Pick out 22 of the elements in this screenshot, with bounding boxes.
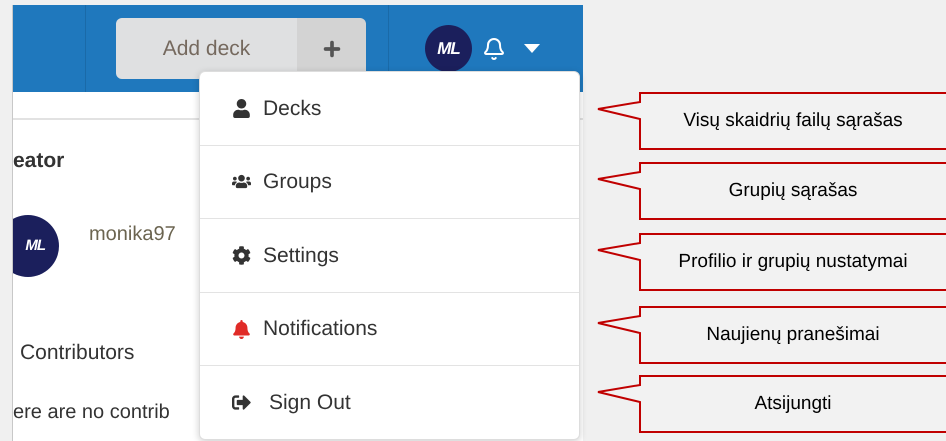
add-deck-button[interactable]: Add deck [116, 18, 297, 79]
empty-message: ere are no contrib [13, 400, 170, 425]
section-title: Contributors [20, 340, 134, 366]
menu-item[interactable]: Settings [200, 218, 579, 292]
username-link[interactable]: monika97 [89, 219, 176, 249]
bell-icon [232, 320, 251, 339]
menu-item[interactable]: Groups [200, 144, 579, 218]
user-avatar: ML [13, 215, 59, 277]
gear-icon [232, 246, 251, 265]
sign-out-icon [232, 393, 251, 412]
section-heading: eator [13, 148, 64, 174]
user-avatar[interactable]: ML [425, 25, 472, 72]
menu-item[interactable]: Notifications [200, 292, 579, 366]
callout-label: Visų skaidrių failų sąrašas [597, 92, 946, 150]
menu-item[interactable]: Sign Out [200, 365, 579, 439]
bell-icon[interactable] [482, 36, 506, 60]
caret-icon[interactable] [524, 44, 540, 53]
callout-label: Profilio ir grupių nustatymai [597, 233, 946, 291]
callout-label: Grupių sąrašas [597, 162, 946, 220]
callout-label: Naujienų pranešimai [597, 306, 946, 364]
callout-label: Atsijungti [597, 375, 946, 433]
user-icon [232, 98, 251, 118]
